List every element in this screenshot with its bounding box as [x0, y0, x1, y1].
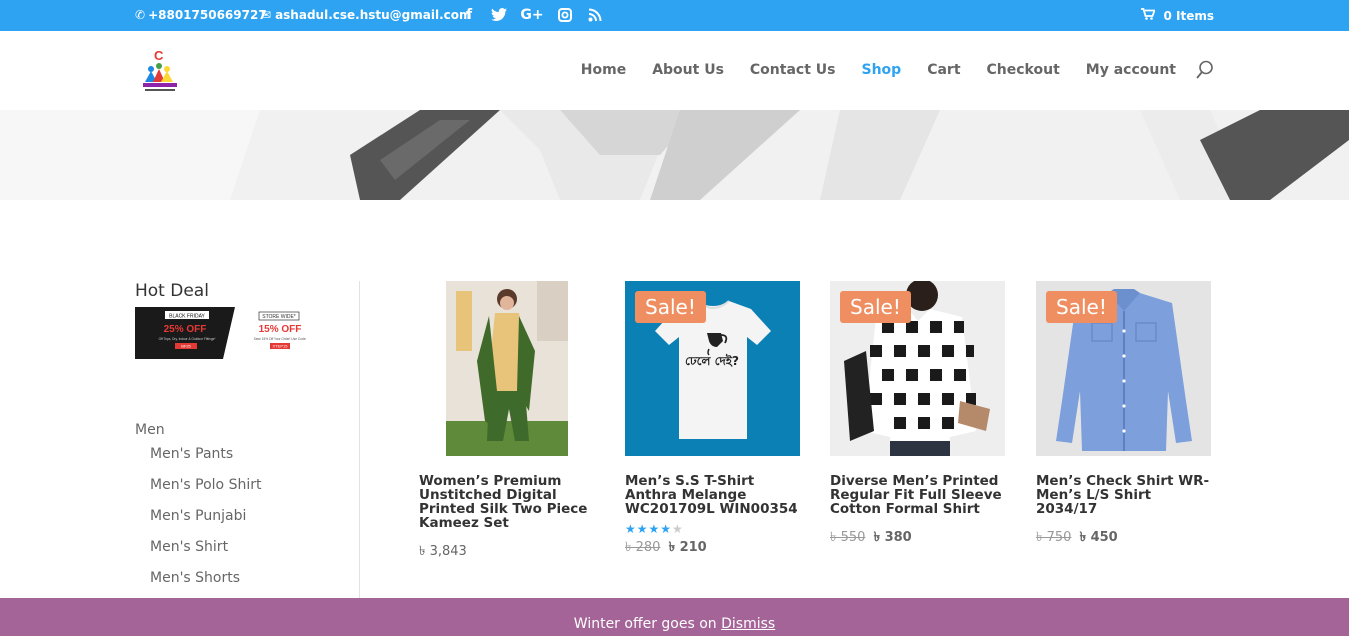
product-title[interactable]: Women’s Premium Unstitched Digital Print… — [419, 474, 594, 530]
facebook-icon[interactable]: f — [461, 6, 477, 23]
site-logo[interactable]: C — [137, 46, 183, 94]
category-mens-shorts[interactable]: Men's Shorts — [150, 570, 261, 601]
category-list: Men's Pants Men's Polo Shirt Men's Punja… — [150, 446, 261, 601]
main-header: C Home About Us Contact Us Shop Cart Che… — [0, 31, 1349, 110]
google-plus-icon[interactable]: G+ — [520, 6, 543, 23]
instagram-icon[interactable] — [557, 6, 573, 23]
nav-my-account[interactable]: My account — [1086, 62, 1176, 78]
product-card[interactable]: Sale! Men’s Check Shirt WR-Men’s L/S Shi… — [1036, 281, 1211, 549]
phone-icon: ✆ — [135, 8, 146, 22]
star-empty-icon: ★ — [672, 522, 684, 536]
category-mens-polo-shirt[interactable]: Men's Polo Shirt — [150, 477, 261, 508]
product-image[interactable] — [419, 281, 594, 456]
star-icon: ★★★★ — [625, 522, 673, 536]
price-new: ৳ 450 — [1079, 530, 1118, 545]
hero-banner — [0, 110, 1349, 200]
main-navigation: Home About Us Contact Us Shop Cart Check… — [581, 62, 1176, 78]
price-new: ৳ 210 — [668, 540, 707, 555]
nav-cart[interactable]: Cart — [927, 62, 960, 78]
deal-left-code: BF25 — [181, 344, 191, 349]
nav-home[interactable]: Home — [581, 62, 626, 78]
sale-badge: Sale! — [1046, 291, 1117, 323]
price-old: ৳ 750 — [1036, 530, 1072, 545]
nav-checkout[interactable]: Checkout — [987, 62, 1060, 78]
envelope-icon: ✉ — [261, 8, 272, 22]
category-mens-shirt[interactable]: Men's Shirt — [150, 539, 261, 570]
deal-right-note: Save 15% Off Your Order! Use Code: — [254, 337, 307, 341]
product-card[interactable]: Sale! Diverse Men’s Printed Regular Fit … — [830, 281, 1005, 549]
cart-link[interactable]: 0 Items — [1141, 8, 1214, 23]
deal-left-tag: BLACK FRIDAY — [169, 314, 205, 320]
category-mens-punjabi[interactable]: Men's Punjabi — [150, 508, 261, 539]
twitter-icon[interactable] — [491, 6, 507, 23]
deal-right-percent: 15% OFF — [259, 324, 302, 335]
product-price: ৳ 3,843 — [419, 542, 594, 563]
product-price: ৳ 750 ৳ 450 — [1036, 528, 1211, 549]
hot-deal-banner[interactable]: BLACK FRIDAY 25% OFF Off Tops, Dry, Indo… — [135, 307, 315, 359]
nav-about-us[interactable]: About Us — [652, 62, 724, 78]
price-new: ৳ 380 — [873, 530, 912, 545]
product-card[interactable]: ঢেলে দেই? Sale! Men’s S.S T-Shirt Anthra… — [625, 281, 800, 559]
deal-left-note: Off Tops, Dry, Indoor & Outdoor Fittings… — [159, 337, 217, 341]
dismiss-link[interactable]: Dismiss — [721, 616, 775, 632]
price-old: ৳ 280 — [625, 540, 661, 555]
product-price: ৳ 280 ৳ 210 — [625, 538, 800, 559]
deal-right-tag: STORE WIDE* — [262, 314, 296, 320]
top-bar: ✆ +8801750669727 ✉ ashadul.cse.hstu@gmai… — [0, 0, 1349, 31]
category-mens-pants[interactable]: Men's Pants — [150, 446, 261, 477]
product-title[interactable]: Men’s Check Shirt WR-Men’s L/S Shirt 203… — [1036, 474, 1211, 516]
email-link[interactable]: ✉ ashadul.cse.hstu@gmail.com — [261, 8, 472, 22]
product-card[interactable]: Women’s Premium Unstitched Digital Print… — [419, 281, 594, 563]
product-image[interactable]: Sale! — [830, 281, 1005, 456]
category-men[interactable]: Men — [135, 422, 165, 438]
hot-deal-title: Hot Deal — [135, 281, 209, 301]
product-image[interactable]: ঢেলে দেই? Sale! — [625, 281, 800, 456]
product-price: ৳ 550 ৳ 380 — [830, 528, 1005, 549]
deal-left-percent: 25% OFF — [164, 324, 207, 335]
deal-right-code: XTEP15 — [273, 344, 289, 349]
cart-count: 0 Items — [1163, 8, 1214, 23]
sidebar: Hot Deal BLACK FRIDAY 25% OFF Off Tops, … — [135, 281, 360, 601]
social-links: f G+ — [461, 6, 603, 23]
email-address: ashadul.cse.hstu@gmail.com — [275, 8, 472, 22]
cart-icon — [1141, 8, 1157, 23]
nav-contact-us[interactable]: Contact Us — [750, 62, 836, 78]
tshirt-print-text: ঢেলে দেই? — [685, 353, 739, 368]
rss-icon[interactable] — [587, 6, 603, 23]
product-image[interactable]: Sale! — [1036, 281, 1211, 456]
svg-text:C: C — [154, 48, 164, 63]
phone-link[interactable]: ✆ +8801750669727 — [135, 8, 267, 22]
price-old: ৳ 550 — [830, 530, 866, 545]
nav-shop[interactable]: Shop — [861, 62, 901, 78]
price-current: ৳ 3,843 — [419, 544, 467, 559]
store-notice-bar: Winter offer goes on Dismiss — [0, 598, 1349, 636]
star-rating: ★★★★★ — [625, 522, 800, 536]
product-title[interactable]: Men’s S.S T-Shirt Anthra Melange WC20170… — [625, 474, 800, 516]
product-title[interactable]: Diverse Men’s Printed Regular Fit Full S… — [830, 474, 1005, 516]
sale-badge: Sale! — [635, 291, 706, 323]
store-notice-text: Winter offer goes on — [573, 616, 722, 632]
sale-badge: Sale! — [840, 291, 911, 323]
search-icon[interactable] — [1196, 60, 1214, 84]
phone-number: +8801750669727 — [148, 8, 267, 22]
